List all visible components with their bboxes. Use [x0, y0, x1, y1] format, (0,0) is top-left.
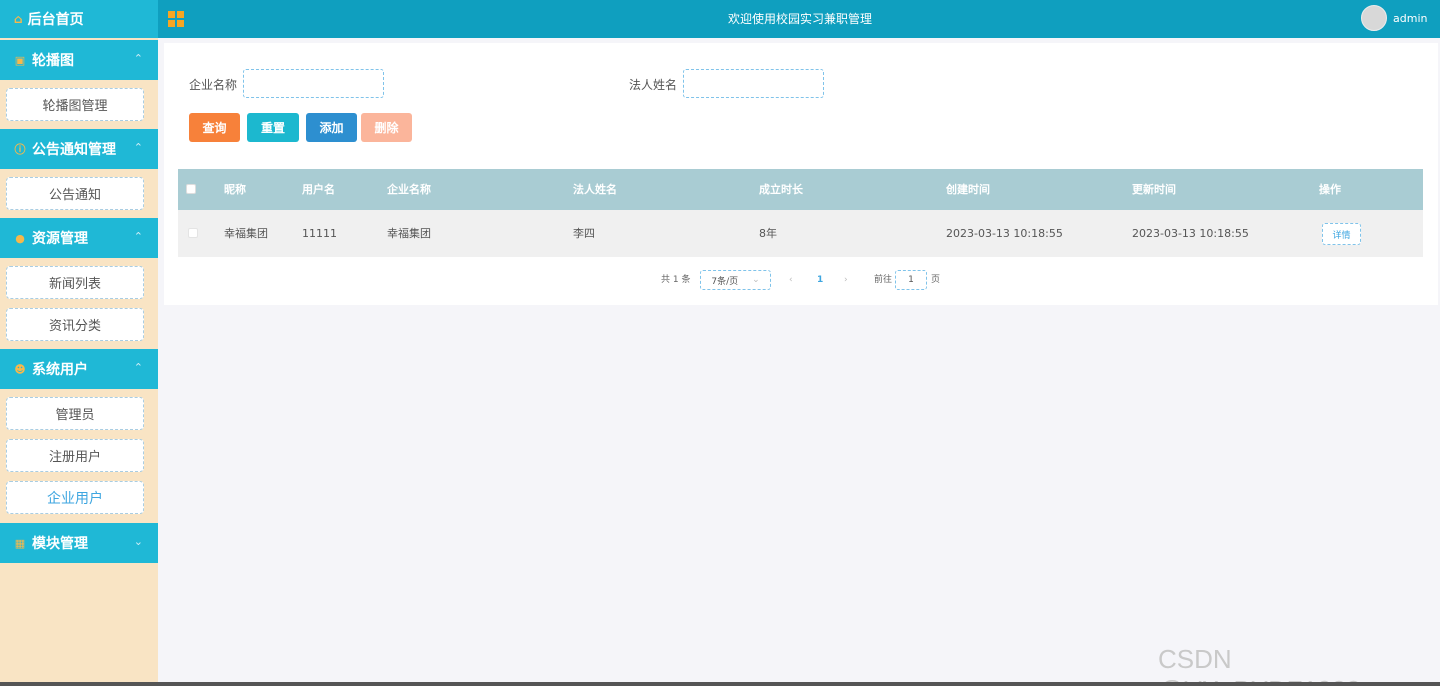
legal-person-input[interactable] — [683, 69, 824, 98]
page-size-value: 7条/页 — [711, 276, 739, 287]
company-name-label: 企业名称 — [189, 78, 238, 92]
page-suffix: 页 — [931, 275, 941, 285]
column-header: 用户名 — [302, 183, 335, 196]
cell-legal-person: 李四 — [573, 227, 595, 240]
sidebar-item-carousel-manage[interactable]: 轮播图管理 — [6, 88, 144, 121]
reset-button[interactable]: 重置 — [247, 113, 299, 142]
sidebar-item-news-list[interactable]: 新闻列表 — [6, 266, 144, 299]
goto-label: 前往 — [874, 275, 893, 285]
chevron-down-icon: ⌄ — [752, 275, 760, 285]
cell-nickname: 幸福集团 — [224, 227, 268, 240]
sidebar-item-registered-users[interactable]: 注册用户 — [6, 439, 144, 472]
sidebar: ▣ 轮播图 ⌃ 轮播图管理 ⓘ 公告通知管理 ⌃ 公告通知 ● 资源管理 ⌃ 新… — [0, 38, 158, 686]
image-icon: ▣ — [14, 53, 26, 67]
legal-person-label: 法人姓名 — [629, 78, 678, 92]
select-all-checkbox[interactable] — [186, 184, 196, 194]
sidebar-group-system-users[interactable]: ☻ 系统用户 ⌃ — [0, 349, 158, 389]
chevron-up-icon: ⌃ — [133, 361, 143, 374]
chevron-up-icon: ⌃ — [133, 141, 143, 154]
info-circle-icon: ⓘ — [14, 143, 26, 156]
user-icon: ☻ — [14, 362, 26, 376]
query-button[interactable]: 查询 — [189, 113, 240, 142]
row-checkbox[interactable] — [188, 228, 198, 238]
table-row: 幸福集团 11111 幸福集团 李四 8年 2023-03-13 10:18:5… — [178, 210, 1423, 257]
sidebar-item-admin[interactable]: 管理员 — [6, 397, 144, 430]
column-header: 企业名称 — [387, 183, 431, 196]
detail-button[interactable]: 详情 — [1322, 223, 1361, 245]
cell-updated: 2023-03-13 10:18:55 — [1132, 227, 1249, 240]
sidebar-group-carousel[interactable]: ▣ 轮播图 ⌃ — [0, 40, 158, 80]
cell-created: 2023-03-13 10:18:55 — [946, 227, 1063, 240]
sidebar-item-company-users[interactable]: 企业用户 — [6, 481, 144, 514]
main-panel: 企业名称 法人姓名 查询 重置 添加 删除 昵称 用户名 企业名称 法人姓名 成… — [164, 43, 1438, 305]
cell-company: 幸福集团 — [387, 227, 431, 240]
top-header: ⌂ 后台首页 欢迎使用校园实习兼职管理 admin — [0, 0, 1440, 38]
column-header: 昵称 — [224, 183, 246, 196]
column-header: 操作 — [1319, 183, 1341, 196]
sidebar-item-notice[interactable]: 公告通知 — [6, 177, 144, 210]
cell-duration: 8年 — [759, 227, 777, 240]
sidebar-group-label: 轮播图 — [32, 53, 74, 69]
goto-page-input[interactable]: 1 — [895, 270, 927, 290]
column-header: 成立时长 — [759, 183, 803, 196]
sidebar-group-label: 资源管理 — [32, 231, 88, 247]
sidebar-group-notice[interactable]: ⓘ 公告通知管理 ⌃ — [0, 129, 158, 169]
table-header: 昵称 用户名 企业名称 法人姓名 成立时长 创建时间 更新时间 操作 — [178, 169, 1423, 210]
location-pin-icon: ● — [15, 231, 25, 245]
next-page-icon[interactable]: › — [844, 270, 848, 290]
pagination-total: 共 1 条 — [661, 275, 691, 285]
column-header: 更新时间 — [1132, 183, 1176, 196]
sidebar-group-label: 模块管理 — [32, 536, 88, 552]
chevron-down-icon: ⌄ — [133, 535, 143, 548]
chevron-up-icon: ⌃ — [133, 230, 143, 243]
grid-icon: ▦ — [14, 536, 26, 550]
sidebar-group-resource[interactable]: ● 资源管理 ⌃ — [0, 218, 158, 258]
watermark: CSDN @VX_BYDZ1988 — [1158, 644, 1361, 686]
column-header: 创建时间 — [946, 183, 990, 196]
sidebar-item-news-category[interactable]: 资讯分类 — [6, 308, 144, 341]
page-size-select[interactable]: 7条/页 ⌄ — [700, 270, 771, 290]
chevron-up-icon: ⌃ — [133, 52, 143, 65]
column-header: 法人姓名 — [573, 183, 617, 196]
bottom-strip — [0, 682, 1440, 686]
avatar[interactable] — [1361, 5, 1387, 31]
sidebar-group-label: 公告通知管理 — [32, 142, 116, 158]
delete-button[interactable]: 删除 — [361, 113, 412, 142]
sidebar-group-modules[interactable]: ▦ 模块管理 ⌄ — [0, 523, 158, 563]
username[interactable]: admin — [1393, 0, 1427, 38]
current-page[interactable]: 1 — [817, 270, 823, 290]
prev-page-icon[interactable]: ‹ — [789, 270, 793, 290]
company-name-input[interactable] — [243, 69, 384, 98]
sidebar-group-label: 系统用户 — [32, 362, 88, 378]
add-button[interactable]: 添加 — [306, 113, 357, 142]
page-title: 欢迎使用校园实习兼职管理 — [727, 12, 872, 26]
cell-username: 11111 — [302, 227, 337, 240]
